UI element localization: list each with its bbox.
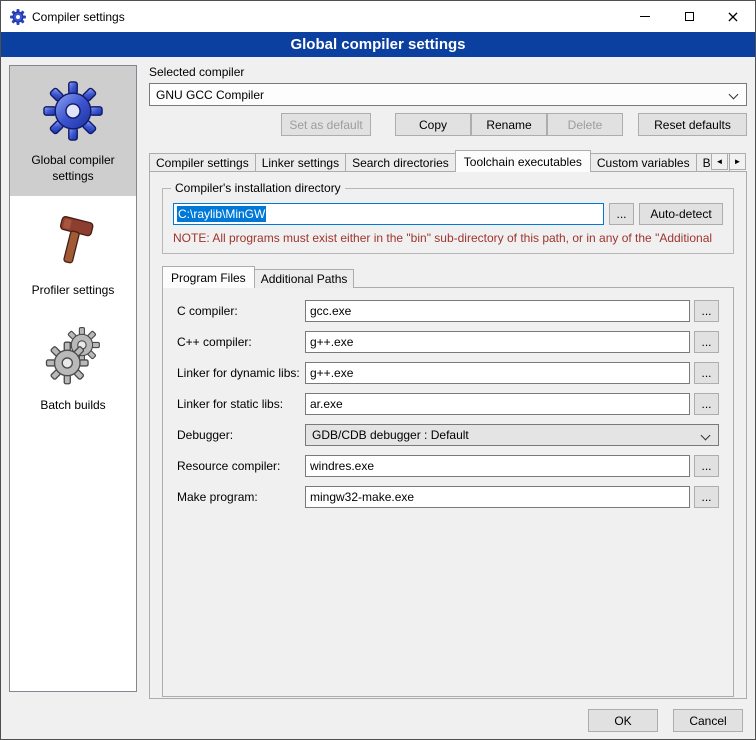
compiler-settings-dialog: Compiler settings × Global compiler sett… — [0, 0, 756, 740]
profiler-hammer-icon — [41, 209, 105, 273]
auto-detect-button[interactable]: Auto-detect — [639, 203, 723, 225]
sidebar-item-batch-builds[interactable]: Batch builds — [10, 311, 136, 426]
cpp-compiler-browse-button[interactable]: ... — [694, 331, 719, 353]
tab-toolchain-executables[interactable]: Toolchain executables — [455, 150, 591, 172]
minimize-button[interactable] — [623, 1, 667, 32]
c-compiler-label: C compiler: — [177, 304, 305, 318]
maximize-icon — [685, 12, 694, 21]
compiler-select[interactable]: GNU GCC Compiler — [149, 83, 747, 106]
cancel-button[interactable]: Cancel — [673, 709, 743, 732]
resource-compiler-row: Resource compiler: ... — [177, 455, 719, 477]
installation-directory-value: C:\raylib\MinGW — [177, 206, 266, 222]
installation-directory-browse-button[interactable]: ... — [609, 203, 634, 225]
dialog-header-title: Global compiler settings — [290, 36, 465, 53]
dynamic-linker-input[interactable] — [305, 362, 690, 384]
cpp-compiler-label: C++ compiler: — [177, 335, 305, 349]
blue-gear-icon — [41, 79, 105, 143]
tab-custom-variables[interactable]: Custom variables — [590, 153, 697, 172]
tab-scroll-right-icon[interactable]: ► — [729, 153, 746, 170]
reset-defaults-button[interactable]: Reset defaults — [638, 113, 747, 136]
program-files-tabstrip: Program Files Additional Paths — [162, 267, 734, 288]
static-linker-row: Linker for static libs: ... — [177, 393, 719, 415]
copy-button[interactable]: Copy — [395, 113, 471, 136]
selected-compiler-label: Selected compiler — [149, 65, 747, 79]
make-program-label: Make program: — [177, 490, 305, 504]
bin-subdirectory-note: NOTE: All programs must exist either in … — [173, 231, 723, 245]
set-as-default-button[interactable]: Set as default — [281, 113, 371, 136]
debugger-select[interactable]: GDB/CDB debugger : Default — [305, 424, 719, 446]
make-program-input[interactable] — [305, 486, 690, 508]
c-compiler-browse-button[interactable]: ... — [694, 300, 719, 322]
dynamic-linker-label: Linker for dynamic libs: — [177, 366, 305, 380]
toolchain-executables-panel: Compiler's installation directory C:\ray… — [149, 171, 747, 699]
tab-scroll-controls: ◄ ► — [711, 153, 746, 170]
tab-compiler-settings[interactable]: Compiler settings — [149, 153, 256, 172]
sidebar-item-label: Batch builds — [40, 398, 105, 414]
debugger-label: Debugger: — [177, 428, 305, 442]
dialog-header: Global compiler settings — [1, 32, 755, 57]
make-program-browse-button[interactable]: ... — [694, 486, 719, 508]
dynamic-linker-browse-button[interactable]: ... — [694, 362, 719, 384]
delete-button[interactable]: Delete — [547, 113, 623, 136]
gray-gears-icon — [41, 324, 105, 388]
titlebar: Compiler settings × — [1, 1, 755, 32]
main-content: Selected compiler GNU GCC Compiler Set a… — [149, 65, 747, 699]
static-linker-input[interactable] — [305, 393, 690, 415]
tab-scroll-left-icon[interactable]: ◄ — [711, 153, 728, 170]
chevron-down-icon — [701, 431, 711, 441]
sidebar-item-label: Profiler settings — [32, 283, 115, 299]
installation-directory-group: Compiler's installation directory C:\ray… — [162, 188, 734, 254]
app-gear-icon — [10, 9, 26, 25]
installation-directory-row: C:\raylib\MinGW ... Auto-detect — [173, 203, 723, 225]
close-button[interactable]: × — [711, 1, 755, 32]
ok-button[interactable]: OK — [588, 709, 658, 732]
static-linker-label: Linker for static libs: — [177, 397, 305, 411]
sidebar-item-label: Global compiler settings — [14, 153, 132, 184]
static-linker-browse-button[interactable]: ... — [694, 393, 719, 415]
c-compiler-input[interactable] — [305, 300, 690, 322]
chevron-down-icon — [729, 90, 739, 100]
minimize-icon — [640, 16, 650, 17]
debugger-row: Debugger: GDB/CDB debugger : Default — [177, 424, 719, 446]
subtab-additional-paths[interactable]: Additional Paths — [254, 269, 355, 288]
resource-compiler-label: Resource compiler: — [177, 459, 305, 473]
tab-search-directories[interactable]: Search directories — [345, 153, 456, 172]
close-icon: × — [726, 9, 739, 25]
compiler-select-value: GNU GCC Compiler — [156, 88, 264, 102]
settings-category-list: Global compiler settings Profiler settin… — [9, 65, 137, 692]
program-files-panel: C compiler: ... C++ compiler: ... Linker… — [162, 287, 734, 697]
cpp-compiler-input[interactable] — [305, 331, 690, 353]
cpp-compiler-row: C++ compiler: ... — [177, 331, 719, 353]
rename-button[interactable]: Rename — [471, 113, 547, 136]
dialog-footer: OK Cancel — [588, 709, 743, 732]
sidebar-item-profiler-settings[interactable]: Profiler settings — [10, 196, 136, 311]
installation-directory-group-title: Compiler's installation directory — [171, 181, 345, 195]
dynamic-linker-row: Linker for dynamic libs: ... — [177, 362, 719, 384]
make-program-row: Make program: ... — [177, 486, 719, 508]
sidebar-item-global-compiler-settings[interactable]: Global compiler settings — [10, 66, 136, 196]
window-title: Compiler settings — [32, 10, 125, 24]
subtab-program-files[interactable]: Program Files — [162, 266, 255, 288]
compiler-actions: Set as default Copy Rename Delete Reset … — [149, 113, 747, 136]
maximize-button[interactable] — [667, 1, 711, 32]
installation-directory-input[interactable]: C:\raylib\MinGW — [173, 203, 604, 225]
c-compiler-row: C compiler: ... — [177, 300, 719, 322]
tab-linker-settings[interactable]: Linker settings — [255, 153, 346, 172]
window-controls: × — [623, 1, 755, 32]
debugger-select-value: GDB/CDB debugger : Default — [312, 428, 469, 442]
resource-compiler-browse-button[interactable]: ... — [694, 455, 719, 477]
settings-tabstrip: Compiler settings Linker settings Search… — [149, 150, 747, 172]
resource-compiler-input[interactable] — [305, 455, 690, 477]
